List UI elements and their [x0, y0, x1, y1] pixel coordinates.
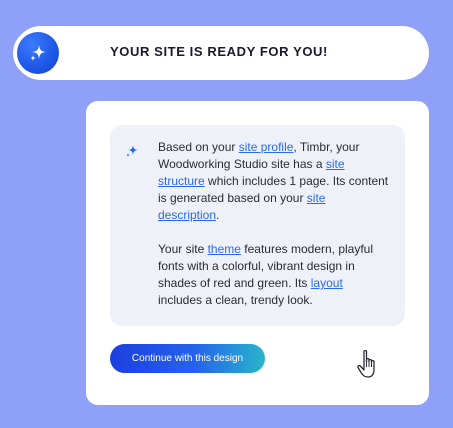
text-fragment: .: [216, 208, 220, 222]
message-paragraph-2: Your site theme features modern, playful…: [158, 241, 390, 309]
banner-badge: [17, 32, 59, 74]
text-fragment: Based on your: [158, 140, 239, 154]
message-paragraph-1: Based on your site profile, Timbr, your …: [158, 139, 390, 224]
text-fragment: Your site: [158, 242, 208, 256]
ai-message-text: Based on your site profile, Timbr, your …: [158, 139, 390, 309]
banner-title: YOUR SITE IS READY FOR YOU!: [110, 44, 328, 59]
continue-with-design-button[interactable]: Continue with this design: [110, 344, 265, 373]
site-profile-link[interactable]: site profile: [239, 140, 294, 154]
design-card: Based on your site profile, Timbr, your …: [86, 101, 429, 405]
sparkle-icon: [30, 45, 46, 61]
layout-link[interactable]: layout: [311, 276, 343, 290]
theme-link[interactable]: theme: [208, 242, 241, 256]
ai-message-bubble: Based on your site profile, Timbr, your …: [110, 125, 405, 326]
text-fragment: includes a clean, trendy look.: [158, 293, 313, 307]
hand-pointer-icon: [357, 349, 375, 378]
sparkle-icon: [126, 145, 138, 157]
